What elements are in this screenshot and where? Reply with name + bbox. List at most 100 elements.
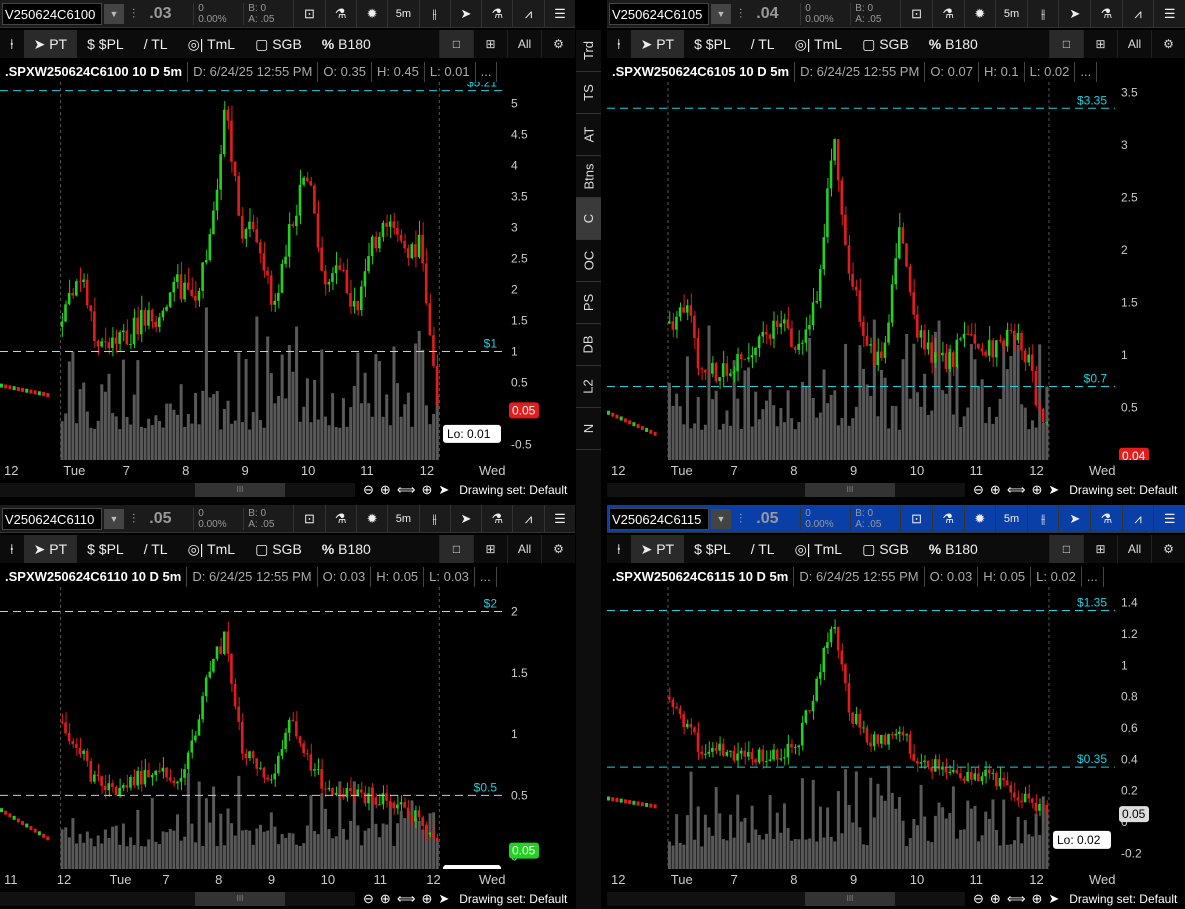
chart-style-icon[interactable]: ⫲ [1026,0,1059,27]
tool-b180[interactable]: % B180 [919,535,988,563]
symbol-dropdown-button[interactable]: ▼ [104,508,124,529]
crosshair-icon[interactable]: ⊕ [1031,482,1042,498]
tool-tml[interactable]: ◎| TmL [178,535,246,563]
tool-sgb[interactable]: ▢ SGB [245,30,312,58]
tool-dollar-pl[interactable]: $ $PL [77,30,134,58]
sidebar-tab-trd[interactable]: Trd [576,30,601,72]
tool-pt[interactable]: ➤ PT [23,30,78,58]
flask-icon[interactable]: ⚗ [324,505,356,532]
tool-b180[interactable]: % B180 [312,535,381,563]
header-more[interactable]: ... [1082,567,1104,587]
pointer-icon[interactable]: ➤ [1048,482,1059,498]
zoom-in-icon[interactable]: ⊕ [380,482,391,498]
alert-icon[interactable]: ⊡ [900,505,932,532]
header-more[interactable]: ... [1075,62,1098,82]
single-layout-button[interactable]: □ [1049,535,1083,563]
price-chart[interactable]: $2$0.521.510.500.05Lo: 0.03⤢ [0,587,575,869]
chart-style-icon[interactable]: ⫲ [418,0,450,27]
symbol-input[interactable]: V250624C6105 [609,2,709,25]
grid-layout-button[interactable]: ⊞ [473,535,507,563]
tool-pt[interactable]: ➤ PT [630,535,685,563]
zoom-out-icon[interactable]: ⊖ [973,482,984,498]
settings-icon[interactable]: ✹ [355,505,387,532]
symbol-input[interactable]: V250624C6115 [609,507,709,530]
tool-pt[interactable]: ➤ PT [23,535,78,563]
tool-b180[interactable]: % B180 [919,30,988,58]
header-more[interactable]: ... [476,62,498,82]
zoom-out-icon[interactable]: ⊖ [363,891,374,907]
tool-tl[interactable]: / TL [741,30,785,58]
zoom-in-icon[interactable]: ⊕ [990,891,1001,907]
studies-icon[interactable]: ⚗ [481,0,512,27]
tool-sgb[interactable]: ▢ SGB [245,535,312,563]
crosshair-icon[interactable]: ⊕ [421,482,432,498]
sidebar-tab-db[interactable]: DB [576,324,601,366]
menu-icon[interactable]: ☰ [1153,0,1185,27]
tool-pt[interactable]: ➤ PT [630,30,685,58]
settings-icon[interactable]: ✹ [355,0,387,27]
sidebar-tab-l2[interactable]: L2 [576,366,601,408]
symbol-dropdown-button[interactable]: ▼ [711,508,731,529]
zoom-in-icon[interactable]: ⊕ [380,891,391,907]
horizontal-scrollbar[interactable]: III [0,483,355,497]
chart-settings-button[interactable]: ⚙ [541,535,575,563]
price-chart[interactable]: $1.35$0.351.41.210.80.60.40.20-0.20.05Lo… [607,587,1185,869]
tool-tml[interactable]: ◎| TmL [785,535,853,563]
pan-icon[interactable]: ⟺ [1007,891,1026,907]
drawings-icon[interactable]: ⩘ [512,505,543,532]
sidebar-tab-ts[interactable]: TS [576,72,601,114]
tool-sgb[interactable]: ▢ SGB [852,30,919,58]
studies-icon[interactable]: ⚗ [481,505,512,532]
all-button[interactable]: All [1117,535,1151,563]
menu-icon[interactable]: ☰ [1153,505,1185,532]
tool-sgb[interactable]: ▢ SGB [852,535,919,563]
drawing-set-label[interactable]: Drawing set: Default [459,483,567,497]
symbol-dropdown-button[interactable]: ▼ [104,3,124,24]
chart-settings-button[interactable]: ⚙ [541,30,575,58]
drawings-icon[interactable]: ⩘ [512,0,543,27]
single-layout-button[interactable]: □ [1049,30,1083,58]
horizontal-scrollbar[interactable]: III [607,892,965,906]
studies-icon[interactable]: ⚗ [1090,505,1122,532]
sidebar-tab-oc[interactable]: OC [576,240,601,282]
grid-layout-button[interactable]: ⊞ [473,30,507,58]
pan-icon[interactable]: ⟺ [397,891,416,907]
crosshair-icon[interactable]: ⊕ [421,891,432,907]
grid-layout-button[interactable]: ⊞ [1083,30,1117,58]
tool-dollar-pl[interactable]: $ $PL [77,535,134,563]
all-button[interactable]: All [507,535,541,563]
alert-icon[interactable]: ⊡ [900,0,932,27]
scroll-thumb[interactable]: III [805,892,895,906]
sidebar-tab-at[interactable]: AT [576,114,601,156]
single-layout-button[interactable]: □ [439,30,473,58]
sidebar-tab-n[interactable]: N [576,408,601,450]
price-chart[interactable]: $5.21$154.543.532.521.510.50-0.50.05Lo: … [0,82,575,460]
interval-button[interactable]: 5m [387,0,418,27]
pan-icon[interactable]: ⟺ [397,482,416,498]
drawing-set-label[interactable]: Drawing set: Default [459,892,567,906]
interval-button[interactable]: 5m [995,505,1027,532]
alert-icon[interactable]: ⊡ [293,505,324,532]
zoom-out-icon[interactable]: ⊖ [363,482,374,498]
chart-style-icon[interactable]: ⫲ [418,505,450,532]
pointer-icon[interactable]: ➤ [1048,891,1059,907]
drawing-set-label[interactable]: Drawing set: Default [1069,892,1177,906]
cursor-icon[interactable]: ➤ [449,0,481,27]
zoom-out-icon[interactable]: ⊖ [973,891,984,907]
sidebar-tab-c[interactable]: C [576,198,601,240]
pointer-icon[interactable]: ➤ [438,482,449,498]
link-icon[interactable]: ⫶ [739,511,742,527]
flask-icon[interactable]: ⚗ [931,505,964,532]
cursor-icon[interactable]: ➤ [1058,0,1090,27]
tool-dollar-pl[interactable]: $ $PL [684,535,741,563]
symbol-input[interactable]: V250624C6100 [2,2,102,25]
flask-icon[interactable]: ⚗ [324,0,356,27]
horizontal-scrollbar[interactable]: III [0,892,355,906]
horizontal-scrollbar[interactable]: III [607,483,965,497]
pin-button[interactable]: ⍿ [0,30,24,58]
sidebar-tab-ps[interactable]: PS [576,282,601,324]
flask-icon[interactable]: ⚗ [931,0,964,27]
price-chart[interactable]: $3.35$0.73.532.521.510.500.04Lo: 0.02⤢ [607,82,1185,460]
studies-icon[interactable]: ⚗ [1090,0,1122,27]
header-more[interactable]: ... [475,567,497,587]
